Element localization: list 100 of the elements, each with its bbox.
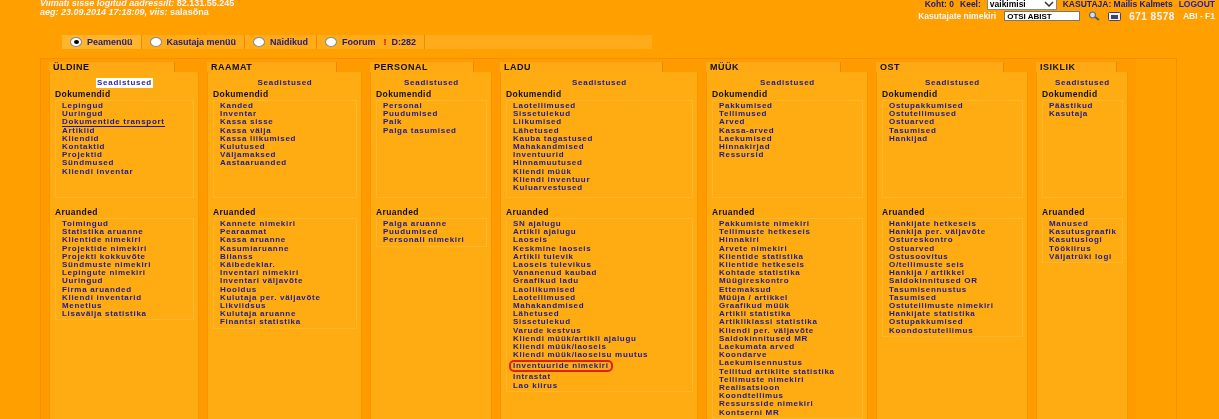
menu-link[interactable]: Kasutuslogi [1049,236,1103,245]
menu-link[interactable]: Ressursside nimekiri [719,400,814,409]
menu-link[interactable]: Ressursid [719,151,764,160]
menu-link[interactable]: Pearaamat [220,228,267,237]
menu-link[interactable]: Müüja / artikkel [719,293,788,303]
menu-link[interactable]: Koondarve [719,351,768,360]
menu-link[interactable]: Dokumentide transport [62,118,165,127]
menu-link[interactable]: Kliendid [62,134,100,143]
menu-link[interactable]: Kliendi müük [513,167,572,176]
menu-link[interactable]: Tellimuste hetkeseis [719,228,811,237]
menu-link[interactable]: Kassa välja [220,126,272,135]
menu-link[interactable]: Kuluarvestused [513,184,583,193]
menu-link[interactable]: Kassa sisse [220,118,274,127]
menu-link[interactable]: Lao kiirus [513,381,558,390]
menu-link[interactable]: Tellitud artiklite statistika [719,367,835,376]
menu-link[interactable]: Laekumised [719,134,773,143]
menu-link[interactable]: Hooldus [220,285,257,294]
menu-link[interactable]: Palga aruanne [383,220,447,229]
menu-link[interactable]: Ostutellimused [889,110,957,119]
menu-link[interactable]: Laekumata arved [719,343,795,352]
menu-link[interactable]: Laotellimused [513,102,576,111]
menu-link[interactable]: Kanded [220,102,254,111]
menu-link[interactable]: Väljatrüki logi [1049,252,1112,261]
menu-link[interactable]: Graafikud ladu [513,277,579,286]
menu-link[interactable]: Inventar [220,110,257,119]
menu-link[interactable]: Kliendi inventar [62,167,134,176]
menu-link[interactable]: Ettemaksud [719,285,772,294]
menu-link[interactable]: Mahakandmised [513,302,585,311]
menu-link[interactable]: Müügireskontro [719,277,790,286]
menu-link[interactable]: Kauba tagastused [513,134,594,143]
menu-link[interactable]: Artiklid [62,126,96,135]
menu-link[interactable]: Laotellimused [513,293,576,303]
menu-link[interactable]: Kasutaja [1049,110,1088,119]
menu-link[interactable]: Ostuarved [889,118,935,127]
menu-link[interactable]: Kulutused [220,143,266,152]
menu-link[interactable]: Varude kestvus [513,326,582,335]
menu-link[interactable]: Kohtade statistika [719,269,801,278]
menu-link[interactable]: Artikli ajalugu [513,228,577,237]
menu-link[interactable]: SN ajalugu [513,220,562,229]
menu-link[interactable]: Artikli statistika [719,310,792,319]
menu-link[interactable]: Graafikud müük [719,302,790,311]
menu-link[interactable]: Hinnakiri [719,236,760,245]
menu-link[interactable]: Menetlus [62,302,103,311]
menu-link[interactable]: Koondtellimus [719,392,784,401]
menu-tab[interactable]: Peamenüü [62,35,142,49]
menu-link[interactable]: Ostutellimuste nimekiri [889,302,994,311]
menu-tab[interactable]: Foorum ! D:282 [317,35,426,49]
menu-link[interactable]: Väljamaksed [220,151,277,160]
menu-link[interactable]: Firma aruanded [62,285,132,294]
menu-link[interactable]: Lisavälja statistika [62,310,147,319]
menu-link[interactable]: Kliendi inventuur [513,175,591,185]
menu-link[interactable]: Saldokinnitused MR [719,334,809,344]
menu-link[interactable]: Ostusoovitus [889,252,949,261]
menu-link[interactable]: Hankija per. väljavõte [889,228,986,237]
menu-link[interactable]: Käibedeklar. [220,261,276,270]
menu-link[interactable]: Vananenud kaubad [513,269,598,278]
language-select[interactable]: vaikimisi [986,0,1057,10]
settings-link[interactable]: Seadistused [759,78,816,88]
menu-link[interactable]: Kasutusgraafik [1049,228,1117,237]
menu-link[interactable]: Inventari väljavõte [220,277,304,286]
menu-link[interactable]: Aastaaruanded [220,159,287,168]
menu-link[interactable]: Bilanss [220,252,254,261]
settings-link[interactable]: Seadistused [403,78,460,88]
settings-link[interactable]: Seadistused [96,78,153,88]
menu-link[interactable]: Klientide nimekiri [62,236,142,245]
menu-link[interactable]: Artikli tulevik [513,252,574,261]
menu-link[interactable]: Liikumised [513,118,562,127]
menu-link[interactable]: Sissetulekud [513,318,571,327]
menu-link[interactable]: Tellimused [719,110,768,119]
menu-link[interactable]: Lepingud [62,102,104,111]
menu-link[interactable]: Artikliklassi statistika [719,318,818,327]
menu-link[interactable]: Kliendi müük/laoseisu muutus [513,351,649,360]
menu-link[interactable]: Arvete nimekiri [719,244,788,253]
logout-link[interactable]: LOGOUT [1178,0,1215,9]
menu-link[interactable]: O/tellimuste seis [889,261,965,270]
menu-link[interactable]: Ostupakkumised [889,318,964,327]
menu-link[interactable]: Palk [383,118,403,127]
menu-link[interactable]: Kassa liikumised [220,134,297,143]
menu-link[interactable]: Projektid [62,151,103,160]
menu-link[interactable]: Kannete nimekiri [220,220,296,229]
menu-link[interactable]: Tasumised [889,293,937,303]
menu-link[interactable]: Ostureskontro [889,236,954,245]
menu-link[interactable]: Kontaktid [62,143,106,152]
menu-link[interactable]: Kliendi per. väljavõte [719,326,814,335]
menu-link[interactable]: Likviidsus [220,302,267,311]
settings-link[interactable]: Seadistused [571,78,628,88]
menu-link[interactable]: Kulutaja per. väljavõte [220,293,321,303]
menu-link[interactable]: Kliendi müük/laoseis [513,343,607,352]
menu-link[interactable]: Klientide hetkeseis [719,261,805,270]
menu-link[interactable]: Pakkumised [719,102,773,111]
menu-link[interactable]: Tasumisennustus [889,285,967,294]
menu-link[interactable]: Hinnakirjad [719,143,771,152]
menu-link[interactable]: Klientide statistika [719,252,804,261]
menu-link[interactable]: Laekumisennustus [719,359,803,368]
menu-link[interactable]: Puudumised [383,110,438,119]
menu-link[interactable]: Kliendi inventarid [62,293,142,303]
menu-link[interactable]: Personali nimekiri [383,236,465,245]
menu-link[interactable]: Tellimuste nimekiri [719,375,805,385]
search-icon[interactable] [1088,11,1101,21]
menu-link[interactable]: Laoliikumised [513,285,576,294]
